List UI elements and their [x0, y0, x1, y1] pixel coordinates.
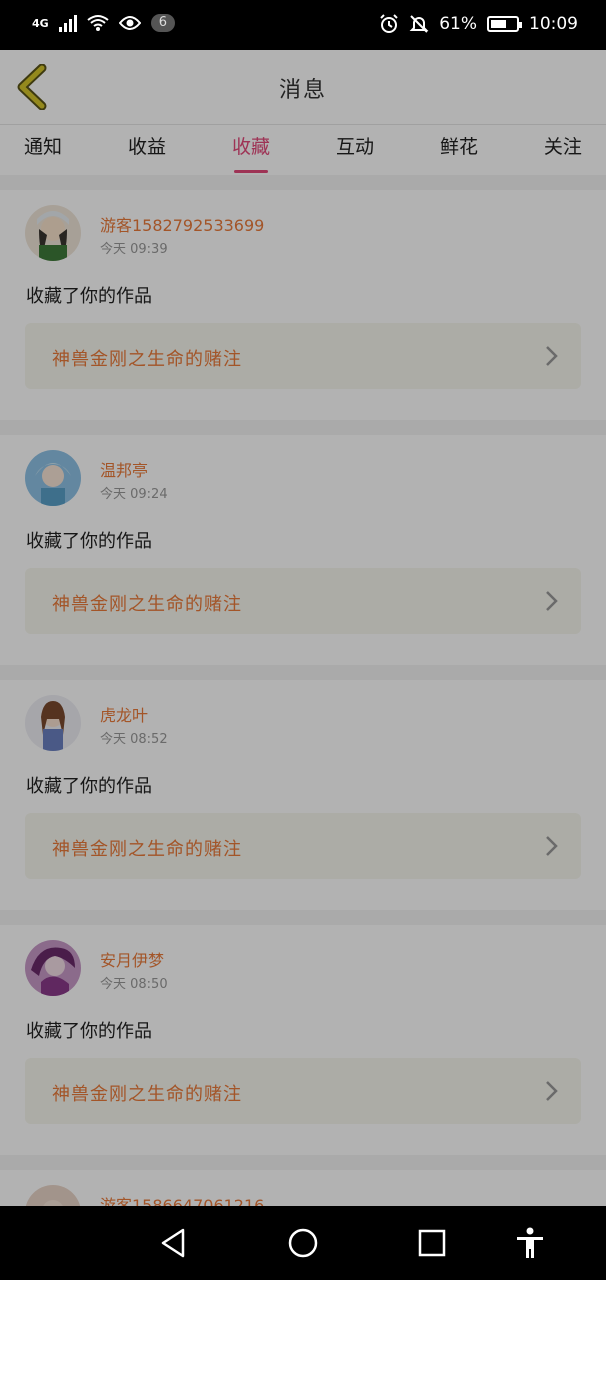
network-type: 4G — [32, 16, 49, 30]
battery-icon — [487, 16, 522, 32]
work-title: 神兽金刚之生命的赌注 — [52, 594, 242, 615]
work-link[interactable]: 神兽金刚之生命的赌注 — [25, 323, 581, 389]
back-triangle-icon[interactable] — [157, 1226, 191, 1260]
tab-interactions[interactable]: 互动 — [336, 125, 374, 175]
avatar[interactable] — [25, 450, 81, 506]
tab-earnings[interactable]: 收益 — [128, 125, 166, 175]
chevron-right-icon — [546, 1081, 558, 1101]
signal-icon — [58, 14, 77, 32]
chevron-right-icon — [546, 346, 558, 366]
work-link[interactable]: 神兽金刚之生命的赌注 — [25, 568, 581, 634]
action-text: 收藏了你的作品 — [26, 776, 152, 797]
timestamp: 今天 09:39 — [100, 242, 168, 257]
clock: 10:09 — [529, 14, 578, 34]
system-nav-bar — [0, 1206, 606, 1280]
action-text: 收藏了你的作品 — [26, 286, 152, 307]
status-bar: 4G 6 61% 10:09 — [0, 0, 606, 50]
username[interactable]: 温邦亭 — [100, 457, 148, 481]
list-item: 温邦亭 今天 09:24 收藏了你的作品 神兽金刚之生命的赌注 — [0, 435, 606, 665]
work-title: 神兽金刚之生命的赌注 — [52, 349, 242, 370]
tab-notifications[interactable]: 通知 — [24, 125, 62, 175]
action-text: 收藏了你的作品 — [26, 1021, 152, 1042]
avatar[interactable] — [25, 695, 81, 751]
list-item: 安月伊梦 今天 08:50 收藏了你的作品 神兽金刚之生命的赌注 — [0, 925, 606, 1155]
avatar[interactable] — [25, 205, 81, 261]
tab-flowers[interactable]: 鲜花 — [440, 125, 478, 175]
home-circle-icon[interactable] — [286, 1226, 320, 1260]
wifi-icon — [87, 15, 109, 31]
work-title: 神兽金刚之生命的赌注 — [52, 839, 242, 860]
avatar[interactable] — [25, 940, 81, 996]
work-link[interactable]: 神兽金刚之生命的赌注 — [25, 813, 581, 879]
username[interactable]: 虎龙叶 — [100, 702, 148, 726]
tab-bar: 通知 收益 收藏 互动 鲜花 关注 — [0, 125, 606, 175]
battery-percent: 61% — [439, 14, 477, 34]
username[interactable]: 安月伊梦 — [100, 947, 164, 971]
mute-bell-icon — [409, 15, 429, 33]
timestamp: 今天 08:50 — [100, 977, 168, 992]
chevron-right-icon — [546, 591, 558, 611]
alarm-icon — [380, 14, 398, 33]
timestamp: 今天 08:52 — [100, 732, 168, 747]
list-item: 游客1586647061216 — [0, 1170, 606, 1400]
timestamp: 今天 09:24 — [100, 487, 168, 502]
tab-favorites[interactable]: 收藏 — [232, 125, 270, 175]
eye-icon — [118, 16, 141, 30]
notification-badge: 6 — [150, 14, 175, 32]
chevron-right-icon — [546, 836, 558, 856]
list-item: 游客1582792533699 今天 09:39 收藏了你的作品 神兽金刚之生命… — [0, 190, 606, 420]
work-title: 神兽金刚之生命的赌注 — [52, 1084, 242, 1105]
page-title: 消息 — [278, 78, 327, 103]
recents-square-icon[interactable] — [415, 1226, 449, 1260]
list-item: 虎龙叶 今天 08:52 收藏了你的作品 神兽金刚之生命的赌注 — [0, 680, 606, 910]
top-bar: 消息 — [0, 50, 606, 125]
username[interactable]: 游客1582792533699 — [100, 212, 264, 236]
tab-follows[interactable]: 关注 — [544, 125, 582, 175]
action-text: 收藏了你的作品 — [26, 531, 152, 552]
accessibility-icon[interactable] — [513, 1226, 547, 1260]
work-link[interactable]: 神兽金刚之生命的赌注 — [25, 1058, 581, 1124]
